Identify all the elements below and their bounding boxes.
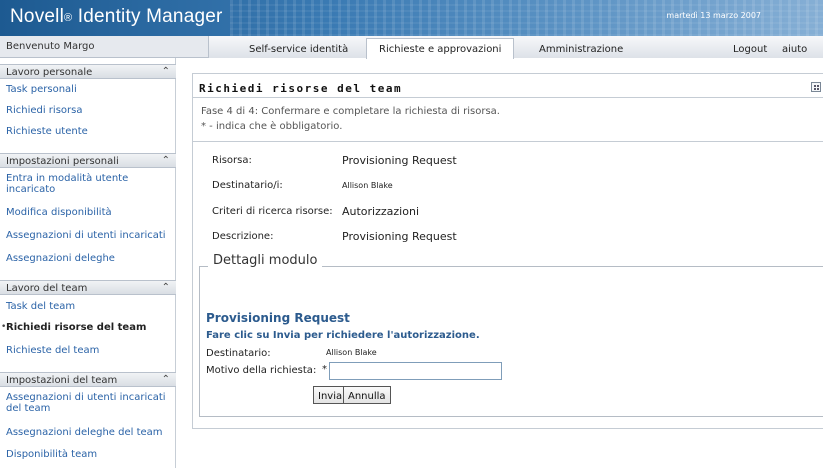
sidebar-group-team-work: Lavoro del team ⌃ <box>0 280 176 295</box>
required-marker: * <box>322 364 327 375</box>
welcome-message: Benvenuto Margo <box>6 41 95 52</box>
reason-label: Motivo della richiesta: <box>206 365 317 376</box>
form-details-fieldset <box>199 266 823 417</box>
sidebar-group-title: Lavoro del team <box>6 283 88 294</box>
sidebar-item-proxy-mode[interactable]: Entra in modalità utente incaricato <box>6 173 174 195</box>
chevron-up-double-icon[interactable]: ⌃ <box>162 66 170 77</box>
section-divider <box>193 141 823 142</box>
tab-administration[interactable]: Amministrazione <box>539 44 623 55</box>
step-indicator: Fase 4 di 4: Confermare e completare la … <box>201 106 500 117</box>
tab-requests-approvals[interactable]: Richieste e approvazioni <box>366 38 515 59</box>
banner-date: martedì 13 marzo 2007 <box>666 11 761 20</box>
chevron-up-double-icon[interactable]: ⌃ <box>162 155 170 166</box>
cancel-button[interactable]: Annulla <box>343 386 391 404</box>
sidebar-item-team-delegate-assignments[interactable]: Assegnazioni deleghe del team <box>6 427 174 438</box>
description-label: Descrizione: <box>212 231 274 242</box>
sidebar-item-personal-tasks[interactable]: Task personali <box>6 84 174 95</box>
grid-icon[interactable] <box>811 82 821 92</box>
sidebar-group-title: Impostazioni personali <box>6 156 119 167</box>
sidebar-item-team-resource-request[interactable]: Richiedi risorse del team <box>6 322 174 333</box>
sidebar-item-request-resource[interactable]: Richiedi risorsa <box>6 105 174 116</box>
recipients-label: Destinatario/i: <box>212 180 283 191</box>
sidebar-item-team-requests[interactable]: Richieste del team <box>6 345 174 356</box>
page-title: Richiedi risorse del team <box>199 82 403 95</box>
search-criteria-value: Autorizzazioni <box>342 205 419 218</box>
sidebar-item-proxy-assignments[interactable]: Assegnazioni di utenti incaricati <box>6 230 174 241</box>
recipients-value: Allison Blake <box>342 181 393 190</box>
resource-label: Risorsa: <box>212 155 252 166</box>
sidebar-group-team-settings: Impostazioni del team ⌃ <box>0 372 176 387</box>
form-recipient-label: Destinatario: <box>206 348 271 359</box>
sidebar-group-title: Impostazioni del team <box>6 375 118 386</box>
chevron-up-double-icon[interactable]: ⌃ <box>162 374 170 385</box>
chevron-up-double-icon[interactable]: ⌃ <box>162 282 170 293</box>
sidebar-item-user-requests[interactable]: Richieste utente <box>6 126 174 137</box>
resource-value: Provisioning Request <box>342 154 457 167</box>
sidebar-item-delegate-assignments[interactable]: Assegnazioni deleghe <box>6 253 174 264</box>
required-note: * - indica che è obbligatorio. <box>201 121 343 132</box>
tab-self-service[interactable]: Self-service identità <box>249 44 348 55</box>
submit-button[interactable]: Invia <box>313 386 348 404</box>
sidebar-item-edit-availability[interactable]: Modifica disponibilità <box>6 207 174 218</box>
sidebar-group-personal-settings: Impostazioni personali ⌃ <box>0 153 176 168</box>
sidebar-group-header[interactable]: Impostazioni personali ⌃ <box>0 153 176 168</box>
sidebar-item-team-availability[interactable]: Disponibilità team <box>6 449 174 460</box>
search-criteria-label: Criteri di ricerca risorse: <box>212 206 333 217</box>
sidebar-group-header[interactable]: Lavoro personale ⌃ <box>0 64 176 79</box>
form-instructions: Fare clic su Invia per richiedere l'auto… <box>206 330 480 341</box>
sidebar-group-title: Lavoro personale <box>6 67 93 78</box>
reason-input[interactable] <box>329 362 502 380</box>
help-link[interactable]: aiuto <box>782 44 807 55</box>
form-details-legend: Dettagli modulo <box>208 253 323 268</box>
sidebar-item-team-tasks[interactable]: Task del team <box>6 301 174 312</box>
app-title: Novell® Identity Manager <box>10 6 223 27</box>
sidebar-group-personal-work: Lavoro personale ⌃ <box>0 64 176 79</box>
form-recipient-value: Allison Blake <box>326 348 377 357</box>
sidebar-item-team-proxy-assignments[interactable]: Assegnazioni di utenti incaricati del te… <box>6 392 174 414</box>
logout-link[interactable]: Logout <box>733 44 767 55</box>
title-divider <box>193 97 823 98</box>
description-value: Provisioning Request <box>342 230 457 243</box>
form-title: Provisioning Request <box>206 311 350 325</box>
sidebar-group-header[interactable]: Impostazioni del team ⌃ <box>0 372 176 387</box>
sidebar-group-header[interactable]: Lavoro del team ⌃ <box>0 280 176 295</box>
